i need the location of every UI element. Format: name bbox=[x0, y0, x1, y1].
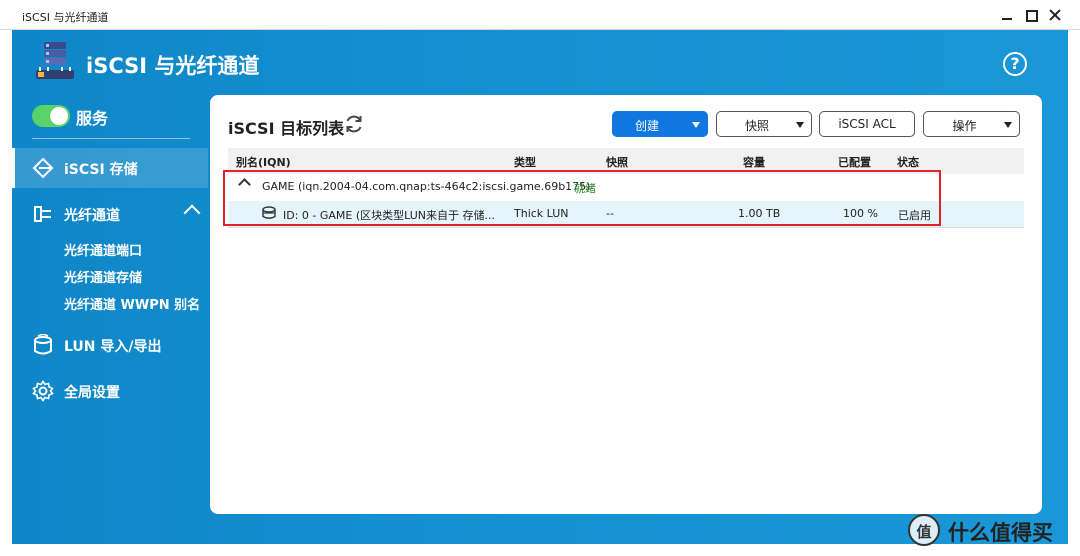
app-window: iSCSI 与光纤通道 ? 服务 iSCSI 存储 光纤通道 光纤通道端口 光纤… bbox=[12, 30, 1068, 544]
window-titlebar: iSCSI 与光纤通道 bbox=[0, 0, 1080, 30]
create-button-label: 创建 bbox=[634, 119, 659, 133]
chevron-down-icon bbox=[692, 122, 700, 128]
snapshot-button[interactable]: 快照 bbox=[716, 111, 812, 137]
sidebar-subitem-fc-storage[interactable]: 光纤通道存储 bbox=[64, 267, 142, 286]
sidebar-item-label: 光纤通道 bbox=[64, 208, 120, 224]
table-row-lun[interactable]: ID: 0 - GAME (区块类型LUN来自于 存储... Thick LUN… bbox=[228, 201, 1024, 227]
column-header-type[interactable]: 类型 bbox=[514, 154, 536, 170]
close-icon[interactable] bbox=[1048, 8, 1062, 22]
column-header-alias[interactable]: 别名(IQN) bbox=[236, 154, 291, 170]
server-storage-icon bbox=[36, 42, 74, 79]
refresh-icon[interactable] bbox=[343, 113, 365, 135]
sidebar-item-lun-import-export[interactable]: LUN 导入/导出 bbox=[12, 325, 208, 365]
lun-disk-icon bbox=[262, 206, 276, 219]
column-header-status[interactable]: 状态 bbox=[897, 154, 919, 170]
lun-allocated: 100 % bbox=[843, 207, 878, 220]
create-button[interactable]: 创建 bbox=[612, 111, 708, 137]
sidebar-item-label: 全局设置 bbox=[64, 385, 120, 401]
main-panel: iSCSI 目标列表 创建 快照 iSCSI ACL 操作 别名(IQN) 类型… bbox=[210, 95, 1042, 514]
lun-snapshot: -- bbox=[606, 207, 614, 220]
sidebar-item-fibre-channel[interactable]: 光纤通道 bbox=[12, 194, 208, 234]
actions-button[interactable]: 操作 bbox=[923, 111, 1020, 137]
watermark-logo-icon bbox=[908, 514, 940, 546]
help-icon[interactable]: ? bbox=[1003, 52, 1027, 76]
chevron-up-icon[interactable] bbox=[183, 204, 201, 222]
service-label: 服务 bbox=[76, 109, 109, 128]
table-row-target[interactable]: GAME (iqn.2004-04.com.qnap:ts-464c2:iscs… bbox=[228, 174, 1024, 200]
target-status: 就绪 bbox=[574, 182, 596, 195]
snapshot-button-label: 快照 bbox=[744, 119, 769, 133]
page-title: iSCSI 目标列表 bbox=[228, 119, 345, 138]
column-header-allocated[interactable]: 已配置 bbox=[838, 154, 871, 170]
maximize-icon[interactable] bbox=[1024, 8, 1038, 22]
lun-import-export-icon bbox=[34, 334, 52, 355]
lun-name: ID: 0 - GAME (区块类型LUN来自于 存储... bbox=[283, 209, 496, 222]
fibre-channel-icon bbox=[34, 206, 51, 222]
watermark-text: 什么值得买 bbox=[948, 521, 1053, 545]
lun-capacity: 1.00 TB bbox=[738, 207, 781, 220]
target-alias: GAME (iqn.2004-04.com.qnap:ts-464c2:iscs… bbox=[262, 180, 591, 193]
collapse-chevron-icon[interactable] bbox=[238, 178, 251, 191]
app-title: iSCSI 与光纤通道 bbox=[86, 54, 260, 78]
table-header: 别名(IQN) 类型 快照 容量 已配置 状态 bbox=[228, 148, 1024, 174]
sidebar-subitem-fc-ports[interactable]: 光纤通道端口 bbox=[64, 240, 142, 259]
column-header-capacity[interactable]: 容量 bbox=[743, 154, 765, 170]
table-divider bbox=[228, 227, 1024, 228]
storage-diamond-icon bbox=[32, 157, 54, 179]
sidebar-divider bbox=[32, 138, 190, 139]
actions-button-label: 操作 bbox=[952, 119, 977, 133]
column-header-snapshot[interactable]: 快照 bbox=[606, 154, 628, 170]
minimize-icon[interactable] bbox=[1000, 8, 1014, 22]
chevron-down-icon bbox=[1004, 122, 1012, 128]
sidebar-item-global-settings[interactable]: 全局设置 bbox=[12, 371, 208, 411]
gear-icon bbox=[32, 380, 54, 402]
sidebar-subitem-fc-wwpn-alias[interactable]: 光纤通道 WWPN 别名 bbox=[64, 294, 200, 313]
window-title: iSCSI 与光纤通道 bbox=[22, 11, 109, 24]
iscsi-acl-button-label: iSCSI ACL bbox=[838, 117, 896, 131]
chevron-down-icon bbox=[796, 122, 804, 128]
iscsi-acl-button[interactable]: iSCSI ACL bbox=[819, 111, 915, 137]
sidebar-item-label: LUN 导入/导出 bbox=[64, 339, 162, 355]
sidebar-item-label: iSCSI 存储 bbox=[64, 162, 138, 178]
lun-type: Thick LUN bbox=[514, 207, 569, 220]
lun-status: 已启用 bbox=[898, 209, 931, 222]
service-toggle[interactable] bbox=[32, 105, 70, 127]
sidebar-item-iscsi-storage[interactable]: iSCSI 存储 bbox=[12, 148, 208, 188]
